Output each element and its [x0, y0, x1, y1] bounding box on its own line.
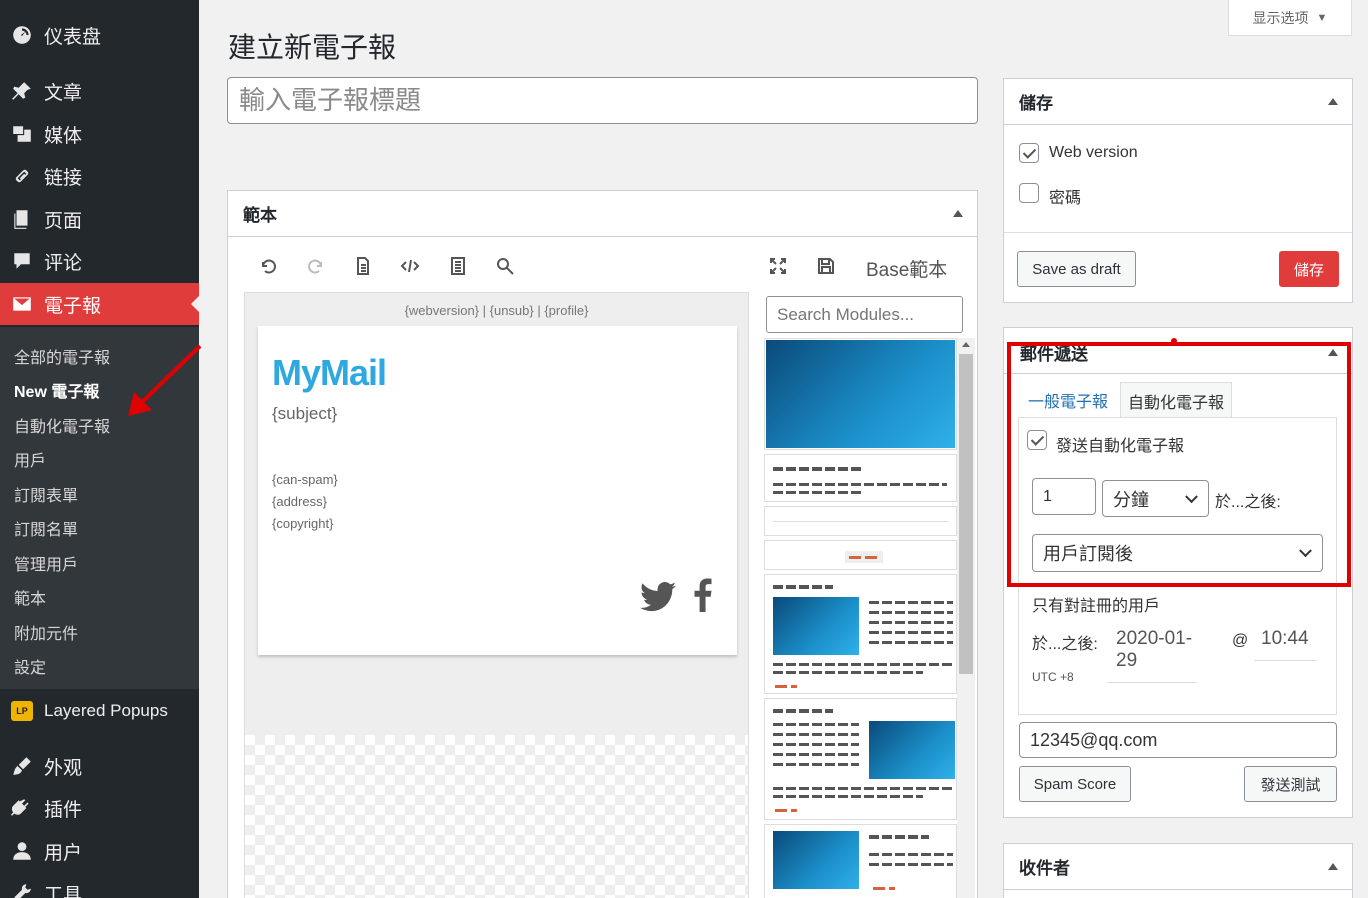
password-label: 密碼	[1049, 190, 1082, 207]
submenu-lists[interactable]: 訂閱名單	[14, 516, 78, 540]
code-icon[interactable]	[398, 254, 422, 278]
email-canvas[interactable]: {webversion} | {unsub} | {profile} MyMai…	[244, 292, 749, 898]
module-list	[764, 338, 957, 898]
submenu-auto-newsletter[interactable]: 自動化電子報	[14, 413, 110, 437]
plain-text-icon[interactable]	[351, 254, 375, 278]
red-arrow-annotation	[128, 344, 202, 416]
menu-comments[interactable]: 评论	[0, 240, 199, 282]
collapse-toggle-icon[interactable]	[1328, 98, 1338, 105]
plugin-icon	[0, 797, 44, 819]
module-text-image-right[interactable]	[764, 698, 957, 820]
at-symbol: @	[1232, 632, 1249, 649]
link-icon	[0, 165, 44, 187]
newsletter-title-input[interactable]	[227, 77, 978, 124]
preview-icon[interactable]	[446, 254, 470, 278]
caret-down-icon: ▼	[1316, 11, 1328, 24]
after-label-2: 於...之後:	[1032, 636, 1098, 653]
email-card[interactable]: MyMail {subject} {can-spam} {address} {c…	[258, 326, 737, 655]
submenu-templates[interactable]: 範本	[14, 585, 46, 609]
menu-pages[interactable]: 页面	[0, 198, 199, 240]
web-version-checkbox[interactable]	[1019, 143, 1039, 163]
collapse-toggle-icon[interactable]	[1328, 863, 1338, 870]
undo-icon[interactable]	[256, 254, 280, 278]
scroll-up-icon[interactable]	[962, 342, 970, 347]
lp-badge-icon: LP	[11, 701, 33, 721]
redo-icon[interactable]	[304, 254, 328, 278]
password-checkbox[interactable]	[1019, 183, 1039, 203]
menu-media[interactable]: 媒体	[0, 113, 199, 155]
time-input[interactable]: 10:44	[1254, 628, 1317, 661]
menu-users[interactable]: 用户	[0, 830, 199, 872]
base-template-label[interactable]: Base範本	[866, 255, 947, 282]
collapse-toggle-icon[interactable]	[953, 210, 963, 217]
menu-dashboard[interactable]: 仪表盘	[0, 14, 199, 56]
red-highlight-annotation	[1007, 342, 1351, 587]
module-separator[interactable]	[764, 506, 957, 536]
fullscreen-icon[interactable]	[766, 254, 790, 278]
copyright-placeholder: {copyright}	[272, 516, 334, 531]
comment-icon	[0, 250, 44, 272]
recipients-box-header[interactable]: 收件者	[1004, 844, 1352, 890]
search-icon[interactable]	[493, 254, 517, 278]
mail-icon	[0, 293, 44, 315]
scrollbar-thumb[interactable]	[959, 354, 973, 674]
subject-placeholder: {subject}	[272, 404, 338, 423]
submenu-new-newsletter[interactable]: New 電子報	[14, 378, 99, 402]
menu-layered-popups[interactable]: LP Layered Popups	[0, 690, 199, 732]
pin-icon	[0, 80, 44, 102]
canvas-empty-area	[245, 735, 748, 898]
mymail-logo: MyMail	[272, 352, 387, 393]
media-icon	[0, 123, 44, 145]
submenu-forms[interactable]: 訂閱表單	[14, 482, 78, 506]
submenu-settings[interactable]: 設定	[14, 654, 46, 678]
recipients-box: 收件者	[1003, 843, 1353, 898]
menu-newsletter[interactable]: 電子報	[0, 283, 199, 325]
only-registered-label: 只有對註冊的用戶	[1032, 598, 1161, 615]
twitter-icon[interactable]	[640, 582, 676, 612]
timezone-label: UTC +8	[1032, 670, 1074, 684]
web-version-label: Web version	[1049, 144, 1138, 161]
can-spam-placeholder: {can-spam}	[272, 472, 338, 487]
menu-links[interactable]: 链接	[0, 155, 199, 197]
save-box-header[interactable]: 儲存	[1004, 79, 1352, 125]
submenu-subscribers[interactable]: 用戶	[14, 447, 46, 471]
menu-posts[interactable]: 文章	[0, 70, 199, 112]
menu-appearance[interactable]: 外观	[0, 745, 199, 787]
dashboard-icon	[0, 24, 44, 46]
submenu-manage-subscribers[interactable]: 管理用戶	[14, 551, 78, 575]
module-full-image[interactable]	[764, 338, 957, 450]
submenu-addons[interactable]: 附加元件	[14, 620, 78, 644]
module-image-left-text-2[interactable]	[764, 824, 957, 898]
wrench-icon	[0, 882, 44, 898]
module-button[interactable]	[764, 540, 957, 570]
test-email-input[interactable]: 12345@qq.com	[1019, 722, 1337, 758]
page-title: 建立新電子報	[228, 32, 397, 63]
user-icon	[0, 840, 44, 862]
address-placeholder: {address}	[272, 494, 327, 509]
menu-tools[interactable]: 工具	[0, 872, 199, 898]
canvas-header-links: {webversion} | {unsub} | {profile}	[404, 303, 589, 318]
red-marker-dot	[1171, 338, 1177, 344]
module-headline-text[interactable]	[764, 454, 957, 502]
submenu-all-newsletters[interactable]: 全部的電子報	[14, 344, 110, 368]
modules-scrollbar[interactable]	[957, 338, 975, 898]
module-image-left-text[interactable]	[764, 574, 957, 694]
page-icon	[0, 208, 44, 230]
search-modules-input[interactable]	[766, 296, 963, 333]
save-draft-button[interactable]: Save as draft	[1017, 251, 1136, 287]
template-box-header[interactable]: 範本	[228, 191, 977, 237]
screen-options-button[interactable]: 显示选项 ▼	[1228, 0, 1352, 36]
spam-score-button[interactable]: Spam Score	[1019, 766, 1131, 802]
save-template-icon[interactable]	[814, 254, 838, 278]
admin-sidebar: 仪表盘 文章 媒体 链接 页面 评论 電子報 全部的電子報 New 電子報 自動…	[0, 0, 202, 898]
save-button[interactable]: 儲存	[1279, 251, 1339, 287]
send-test-button[interactable]: 發送測試	[1244, 766, 1337, 802]
menu-plugins[interactable]: 插件	[0, 787, 199, 829]
brush-icon	[0, 755, 44, 777]
facebook-icon[interactable]	[694, 578, 712, 612]
date-input[interactable]: 2020-01-29	[1107, 628, 1197, 683]
